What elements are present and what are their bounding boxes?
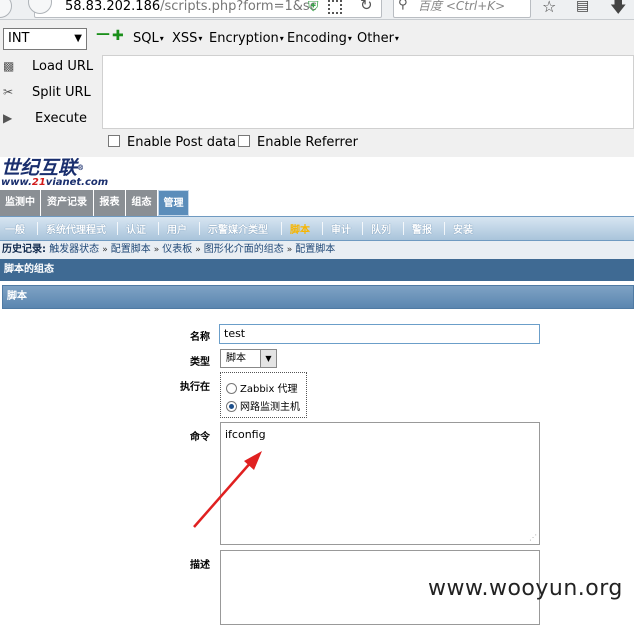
arrow-line [193, 460, 253, 528]
watermark: www.wooyun.org [428, 576, 623, 601]
annotation-arrow [193, 451, 262, 528]
